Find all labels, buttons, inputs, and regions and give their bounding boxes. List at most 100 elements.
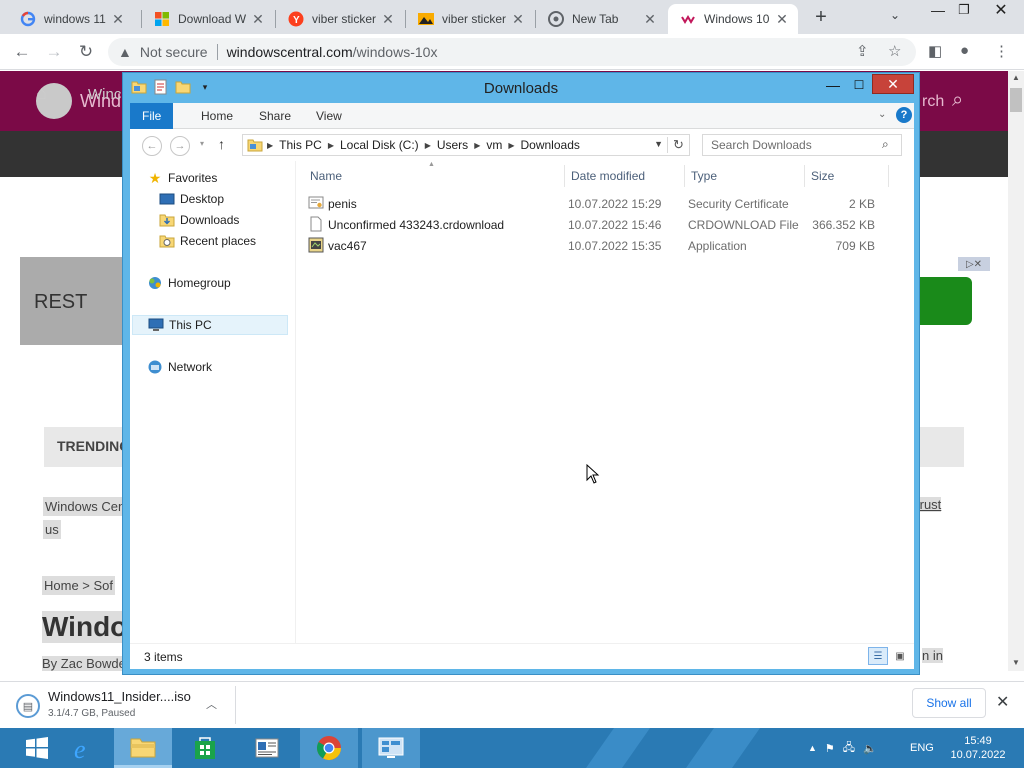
profile-icon[interactable]: ● xyxy=(960,42,969,59)
url-host[interactable]: windowscentral.com xyxy=(227,44,353,60)
chevron-up-icon[interactable]: ︿ xyxy=(206,696,217,712)
restore-icon[interactable]: ❐ xyxy=(954,2,974,18)
action-center-flag-icon[interactable]: ⚑ xyxy=(825,742,835,755)
chevron-right-icon[interactable]: ▶ xyxy=(425,141,431,150)
close-icon[interactable]: ✕ xyxy=(990,0,1012,20)
expand-ribbon-icon[interactable]: ⌄ xyxy=(878,109,886,120)
details-view-icon[interactable]: ☰ xyxy=(868,647,888,665)
crumb-downloads[interactable]: Downloads xyxy=(521,138,580,152)
chevron-right-icon[interactable]: ▶ xyxy=(508,141,514,150)
forward-icon[interactable]: → xyxy=(170,136,190,156)
chevron-right-icon[interactable]: ▶ xyxy=(474,141,480,150)
forward-icon[interactable]: → xyxy=(44,42,64,62)
store-icon[interactable] xyxy=(176,728,234,768)
chevron-right-icon[interactable]: ▶ xyxy=(267,141,273,150)
nav-favorites[interactable]: ★ Favorites xyxy=(130,168,292,188)
column-divider[interactable] xyxy=(888,165,889,187)
clock[interactable]: 15:49 10.07.2022 xyxy=(940,734,1016,762)
security-label[interactable]: Not secure xyxy=(140,44,208,60)
minimize-icon[interactable]: — xyxy=(821,75,845,95)
tab-download-windows[interactable]: Download W ✕ xyxy=(142,4,274,34)
search-icon[interactable]: ⌕ xyxy=(882,137,889,152)
chrome-icon[interactable] xyxy=(300,728,358,768)
file-explorer-icon[interactable] xyxy=(114,728,172,768)
nav-homegroup[interactable]: Homegroup xyxy=(130,273,292,293)
back-icon[interactable]: ← xyxy=(12,42,32,62)
file-row[interactable]: vac467 10.07.2022 15:35 Application 709 … xyxy=(300,235,900,256)
minimize-icon[interactable]: — xyxy=(928,2,948,18)
column-name[interactable]: Name xyxy=(310,169,342,183)
column-date-modified[interactable]: Date modified xyxy=(571,169,645,183)
explorer-titlebar[interactable]: ▾ Downloads — ☐ ✕ xyxy=(123,73,919,103)
breadcrumb-bar[interactable]: ▶ This PC ▶ Local Disk (C:) ▶ Users ▶ vm… xyxy=(242,134,690,156)
network-tray-icon[interactable]: 🖧 xyxy=(843,739,855,758)
download-item[interactable]: ▤ Windows11_Insider....iso 3.1/4.7 GB, P… xyxy=(10,686,236,724)
chevron-down-icon[interactable]: ⌄ xyxy=(890,8,900,22)
crumb-users[interactable]: Users xyxy=(437,138,468,152)
crumb-this-pc[interactable]: This PC xyxy=(279,138,322,152)
address-bar[interactable]: ▲ Not secure windowscentral.com /windows… xyxy=(108,38,916,66)
nav-downloads[interactable]: Downloads xyxy=(130,210,292,230)
close-icon[interactable]: ✕ xyxy=(872,74,914,94)
up-icon[interactable]: ↑ xyxy=(218,136,225,152)
file-row[interactable]: penis 10.07.2022 15:29 Security Certific… xyxy=(300,193,900,214)
close-icon[interactable]: ✕ xyxy=(996,692,1009,712)
site-search-label[interactable]: rch xyxy=(922,93,944,111)
close-icon[interactable]: ✕ xyxy=(380,11,396,27)
show-hidden-icons-icon[interactable]: ▲ xyxy=(808,743,817,753)
chevron-down-icon[interactable]: ▼ xyxy=(654,139,663,149)
home-icon[interactable]: ⌂ xyxy=(36,83,47,104)
side-panel-icon[interactable]: ◧ xyxy=(928,42,942,60)
close-icon[interactable]: ✕ xyxy=(774,11,790,27)
ad-button[interactable] xyxy=(914,277,972,325)
nav-this-pc[interactable]: This PC xyxy=(132,315,288,335)
url-path[interactable]: /windows-10x xyxy=(353,44,438,60)
recent-locations-icon[interactable]: ▾ xyxy=(200,139,204,148)
file-row[interactable]: Unconfirmed 433243.crdownload 10.07.2022… xyxy=(300,214,900,235)
tab-home[interactable]: Home xyxy=(189,103,245,129)
tab-viber-stickers-images[interactable]: viber sticker ✕ xyxy=(406,4,534,34)
nav-desktop[interactable]: Desktop xyxy=(130,189,292,209)
new-tab-icon[interactable]: + xyxy=(810,6,832,28)
reload-icon[interactable]: ↻ xyxy=(76,42,96,62)
nav-recent-places[interactable]: Recent places xyxy=(130,231,292,251)
large-icons-view-icon[interactable]: ▣ xyxy=(890,647,910,665)
remote-desktop-icon[interactable] xyxy=(362,728,420,768)
tab-new-tab[interactable]: New Tab ✕ xyxy=(536,4,666,34)
crumb-vm[interactable]: vm xyxy=(486,138,502,152)
column-divider[interactable] xyxy=(564,165,565,187)
ad-close-icon[interactable]: ▷✕ xyxy=(958,257,990,271)
bookmark-star-icon[interactable]: ☆ xyxy=(888,42,901,60)
volume-icon[interactable]: 🔈 xyxy=(863,742,877,755)
notepad-icon[interactable] xyxy=(238,728,296,768)
internet-explorer-icon[interactable]: e xyxy=(56,728,114,768)
search-input[interactable]: Search Downloads xyxy=(702,134,902,156)
refresh-icon[interactable]: ↻ xyxy=(667,137,685,153)
close-icon[interactable]: ✕ xyxy=(110,11,126,27)
column-divider[interactable] xyxy=(804,165,805,187)
tab-windows-11[interactable]: windows 11 ✕ xyxy=(8,4,134,34)
chevron-right-icon[interactable]: ▶ xyxy=(328,141,334,150)
close-icon[interactable]: ✕ xyxy=(642,11,658,27)
crumb-local-disk[interactable]: Local Disk (C:) xyxy=(340,138,419,152)
share-icon[interactable]: ⇪ xyxy=(856,42,869,60)
nav-network[interactable]: Network xyxy=(130,357,292,377)
back-icon[interactable]: ← xyxy=(142,136,162,156)
column-divider[interactable] xyxy=(684,165,685,187)
site-nav-item[interactable]: Winc xyxy=(88,86,121,103)
language-indicator[interactable]: ENG xyxy=(910,742,934,754)
page-scrollbar[interactable] xyxy=(1008,71,1024,671)
close-icon[interactable]: ✕ xyxy=(250,11,266,27)
warning-icon[interactable]: ▲ xyxy=(118,44,132,60)
tab-file[interactable]: File xyxy=(130,103,174,129)
show-all-button[interactable]: Show all xyxy=(912,688,986,718)
search-icon[interactable]: ⌕ xyxy=(952,89,963,112)
tab-view[interactable]: View xyxy=(304,103,354,129)
maximize-icon[interactable]: ☐ xyxy=(847,75,871,95)
breadcrumb[interactable]: Home > Sof xyxy=(42,576,116,595)
close-icon[interactable]: ✕ xyxy=(510,11,526,27)
scrollbar-thumb[interactable] xyxy=(1010,88,1022,112)
column-size[interactable]: Size xyxy=(811,169,834,183)
column-type[interactable]: Type xyxy=(691,169,717,183)
tab-viber-stickers-yandex[interactable]: Y viber sticker ✕ xyxy=(276,4,404,34)
